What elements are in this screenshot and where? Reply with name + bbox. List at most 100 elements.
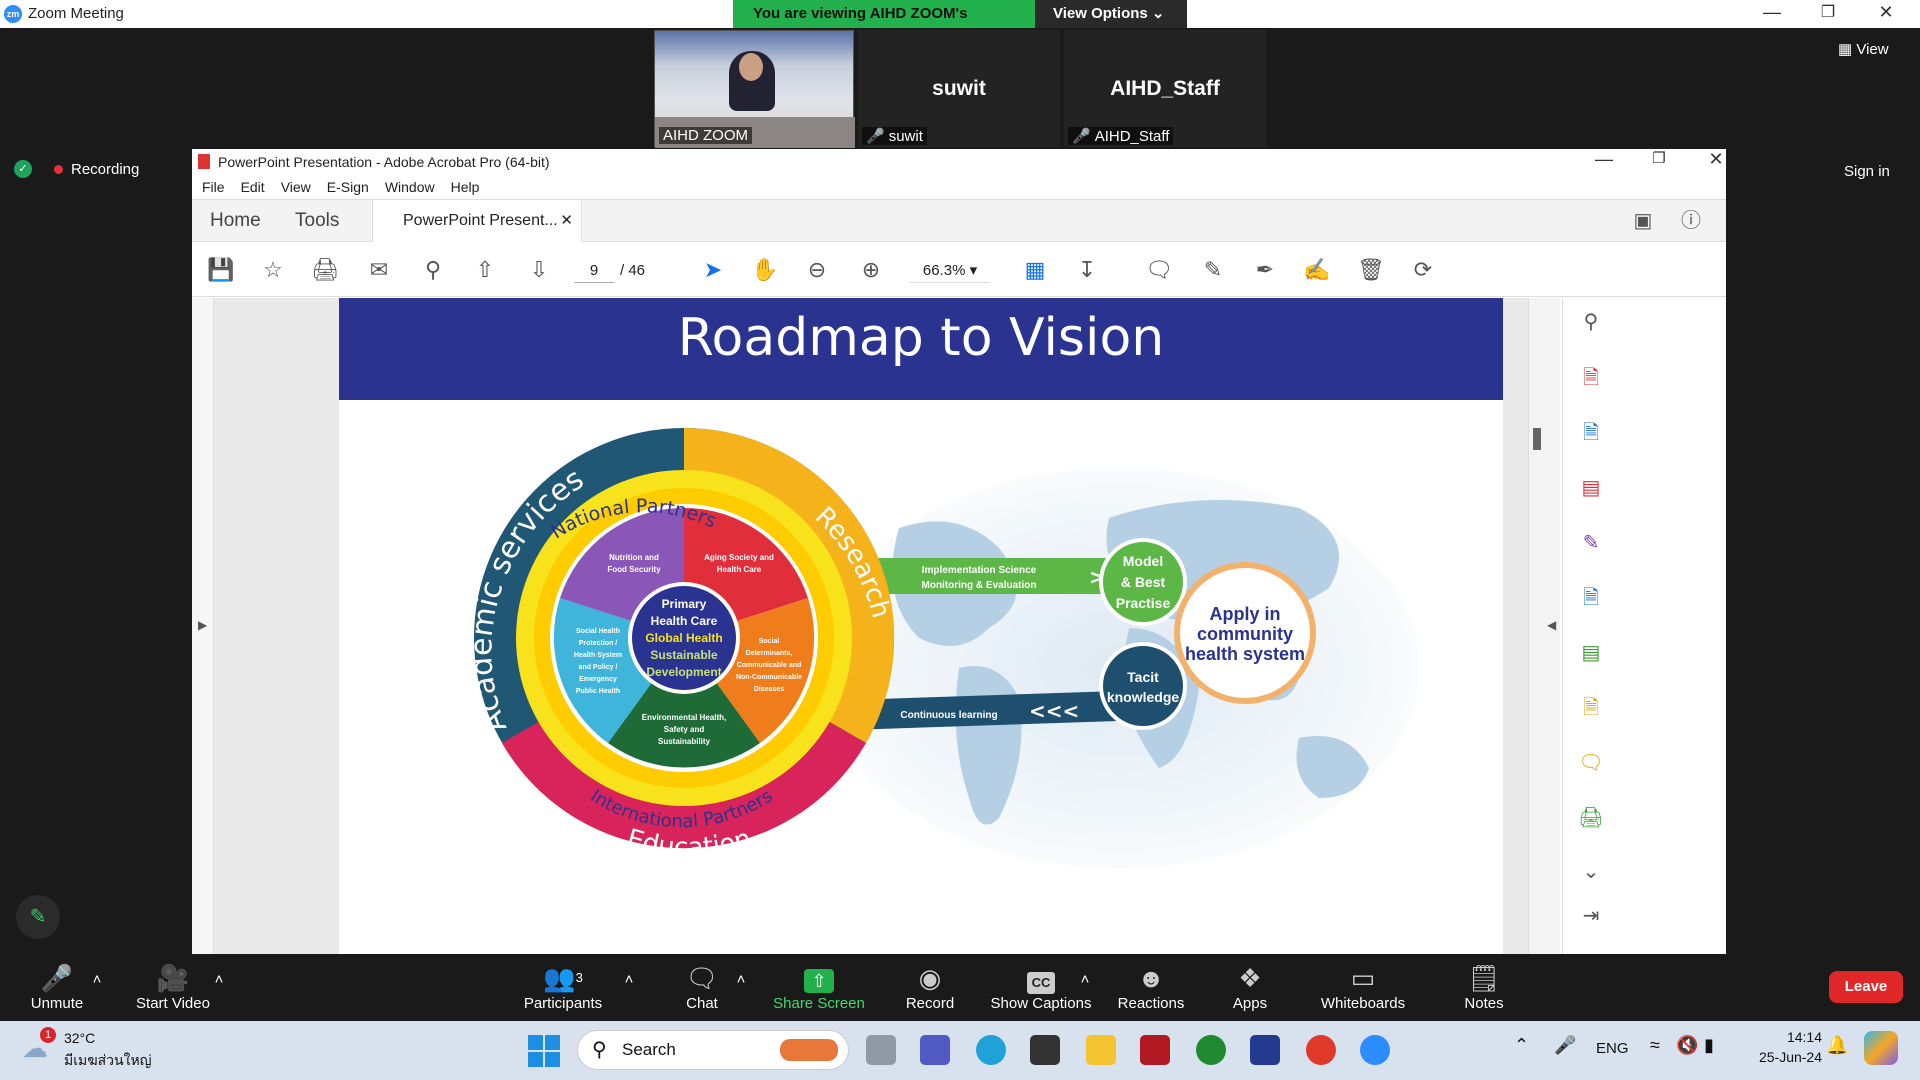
rotate-icon[interactable]: ⟳ [1408,255,1438,285]
zoom-search-icon[interactable]: ⚲ [418,255,448,285]
chrome-icon[interactable] [1306,1035,1336,1065]
close-tab-icon[interactable]: ✕ [560,200,573,242]
page-down-icon[interactable]: ⇩ [524,255,554,285]
wifi-icon[interactable]: ≈ [1650,1035,1660,1056]
scroll-mode-icon[interactable]: ↧ [1072,255,1102,285]
compare-icon[interactable]: ▤ [1577,639,1605,667]
save-icon[interactable]: 💾 [206,255,236,285]
minimize-button[interactable]: — [1752,2,1792,26]
zoom-in-icon[interactable]: ⊕ [856,255,886,285]
email-icon[interactable]: ✉ [364,255,394,285]
draw-icon[interactable]: ✒ [1250,255,1280,285]
comment-tool-icon[interactable]: 🗨 [1577,749,1605,777]
zoom-taskbar-icon[interactable] [1360,1035,1390,1065]
record-button[interactable]: ◉ Record [904,961,956,1012]
create-pdf-icon[interactable]: 🗎 [1577,364,1605,392]
video-tile-aihd-staff[interactable]: AIHD_Staff 🎤 AIHD_Staff [1064,30,1266,147]
page-number-input[interactable]: 9 [574,259,614,283]
file-explorer-icon[interactable] [1086,1035,1116,1065]
volume-muted-icon[interactable]: 🔇 [1676,1035,1698,1056]
comment-icon[interactable]: 🗨 [1144,255,1174,285]
menu-help[interactable]: Help [451,175,480,199]
tray-overflow-icon[interactable]: ⌃ [1514,1035,1529,1056]
left-panel-toggle[interactable]: ▶ [192,298,214,954]
fill-sign-icon[interactable]: ✎ [1577,529,1605,557]
microphone-icon[interactable]: 🎤 [1554,1035,1576,1056]
show-captions-button[interactable]: CC Show Captions [990,961,1092,1012]
hand-tool-icon[interactable]: ✋ [750,255,780,285]
windows-start-icon[interactable] [528,1035,560,1067]
video-tile-aihd-zoom[interactable]: AIHD ZOOM [654,30,855,148]
shield-check-icon[interactable]: ✓ [14,160,32,178]
chat-button[interactable]: 🗨 Chat [680,961,724,1012]
notes-button[interactable]: 🗒 Notes [1462,961,1506,1012]
edge-icon[interactable] [976,1035,1006,1065]
view-button[interactable]: ▦ View [1838,40,1889,58]
share-screen-mode-icon[interactable]: ▣ [1628,206,1658,236]
menu-view[interactable]: View [281,175,311,199]
clapper-app-icon[interactable] [1030,1035,1060,1065]
acrobat-restore-button[interactable]: ❐ [1639,149,1679,173]
organize-pages-icon[interactable]: ▤ [1577,474,1605,502]
annotate-pen-icon[interactable]: ✎ [16,895,60,939]
w-app-icon[interactable] [1250,1035,1280,1065]
tab-document[interactable]: PowerPoint Present... ✕ [372,200,582,242]
start-video-button[interactable]: 🎥 Start Video [132,961,214,1012]
page-up-icon[interactable]: ⇧ [470,255,500,285]
menu-esign[interactable]: E-Sign [327,175,369,199]
video-options-caret[interactable]: ˄ [212,971,226,988]
audio-options-caret[interactable]: ˄ [90,971,104,988]
participants-caret[interactable]: ˄ [622,971,636,988]
task-view-icon[interactable] [866,1035,896,1065]
tab-tools[interactable]: Tools [295,200,339,242]
fit-page-icon[interactable]: ▦ [1020,255,1050,285]
menu-file[interactable]: File [202,175,225,199]
participants-button[interactable]: 👥3 Participants [520,961,606,1012]
sign-in-button[interactable]: Sign in [1844,163,1890,180]
close-button[interactable]: ✕ [1866,2,1906,26]
acrobat-minimize-button[interactable]: — [1584,149,1624,173]
stamp-icon[interactable]: 🗎 [1577,694,1605,722]
zoom-out-icon[interactable]: ⊖ [802,255,832,285]
notification-bell-icon[interactable]: 🔔 [1826,1035,1848,1056]
chevron-left-icon[interactable]: ◀ [1547,618,1556,632]
zoom-level-dropdown[interactable]: 66.3% ▾ [910,259,990,283]
export-pdf-icon[interactable]: 🗎 [1577,419,1605,447]
menu-window[interactable]: Window [385,175,435,199]
select-cursor-icon[interactable]: ➤ [698,255,728,285]
chat-caret[interactable]: ˄ [734,971,748,988]
xbox-icon[interactable] [1196,1035,1226,1065]
zoom-search-icon[interactable]: ⚲ [1577,308,1605,336]
language-indicator[interactable]: ENG [1596,1040,1629,1057]
tab-home[interactable]: Home [210,200,261,242]
star-icon[interactable]: ☆ [258,255,288,285]
copilot-icon[interactable] [1864,1031,1898,1065]
view-options-button[interactable]: View Options ⌄ [1035,0,1187,28]
battery-icon[interactable]: ▮ [1704,1035,1714,1056]
scroll-thumb[interactable] [1533,428,1541,450]
captions-caret[interactable]: ˄ [1078,971,1092,988]
help-icon[interactable]: ⓘ [1676,206,1706,236]
leave-button[interactable]: Leave [1829,971,1903,1003]
vertical-scrollbar[interactable]: ◀ [1528,298,1560,954]
print-icon[interactable]: 🖨 [310,255,340,285]
taskbar-search[interactable]: ⚲ Search [577,1030,849,1070]
collapse-pane-icon[interactable]: ⇥ [1577,902,1605,930]
clock-date[interactable]: 25-Jun-24 [1746,1049,1822,1065]
edit-text-icon[interactable]: ✍ [1302,255,1332,285]
print-production-icon[interactable]: 🖨 [1577,804,1605,832]
unmute-button[interactable]: 🎤 Unmute [22,961,92,1012]
menu-edit[interactable]: Edit [241,175,265,199]
whiteboards-button[interactable]: ▭ Whiteboards [1316,961,1410,1012]
expand-tools-icon[interactable]: ⌄ [1577,858,1605,886]
send-for-review-icon[interactable]: 🗎 [1577,584,1605,612]
delete-icon[interactable]: 🗑 [1356,255,1386,285]
clock-time[interactable]: 14:14 [1746,1029,1822,1045]
teams-icon[interactable] [920,1035,950,1065]
restore-button[interactable]: ❐ [1808,2,1848,26]
video-tile-suwit[interactable]: suwit 🎤 suwit [858,30,1060,147]
share-screen-button[interactable]: ⇧ Share Screen [772,961,866,1012]
acrobat-close-button[interactable]: ✕ [1696,149,1736,173]
reactions-button[interactable]: ☻ Reactions [1116,961,1186,1012]
apps-button[interactable]: ❖ Apps [1230,961,1270,1012]
